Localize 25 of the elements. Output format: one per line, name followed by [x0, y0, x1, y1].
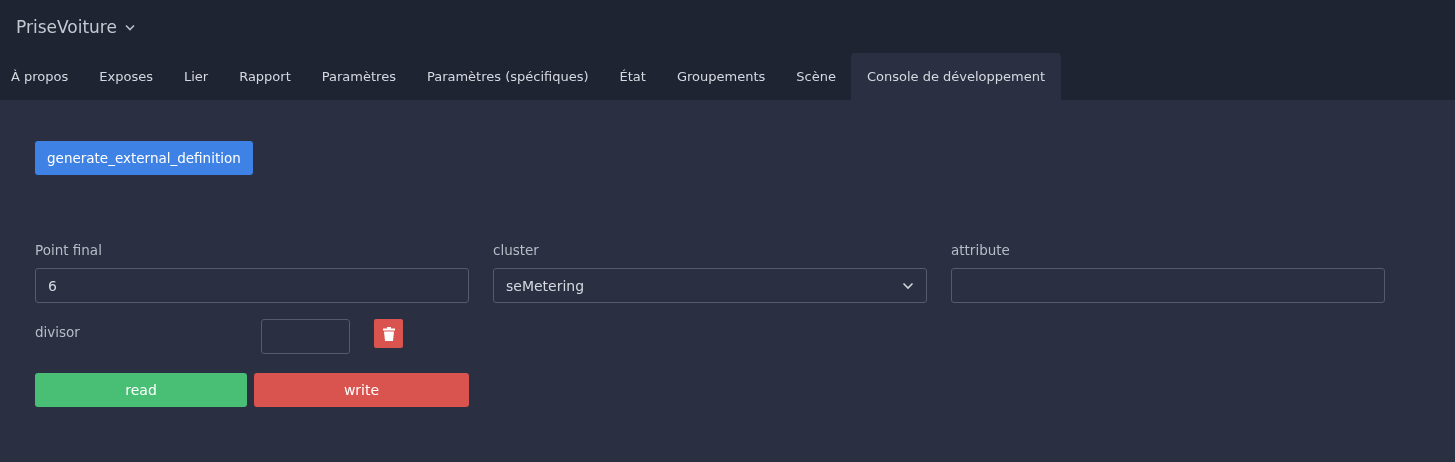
select-field[interactable]: seMetering — [493, 268, 927, 303]
tab[interactable]: Paramètres — [306, 53, 412, 100]
field-label: cluster — [493, 242, 540, 258]
delete-button[interactable] — [374, 319, 403, 348]
tab[interactable]: Exposes — [83, 53, 169, 100]
field-label: divisor — [35, 324, 81, 340]
tab[interactable]: État — [604, 53, 662, 100]
field-label: Point final — [35, 242, 103, 258]
tab[interactable]: Lier — [168, 53, 224, 100]
app-title[interactable]: PriseVoiture — [16, 16, 117, 37]
trash-icon — [382, 326, 395, 341]
field-label: attribute — [951, 242, 1011, 258]
chevron-down-icon[interactable] — [124, 24, 135, 31]
input-field[interactable]: 6 — [35, 268, 469, 303]
tab[interactable]: Console de développement — [851, 53, 1061, 100]
tab[interactable]: Paramètres (spécifiques) — [411, 53, 605, 100]
write-button[interactable]: write — [254, 373, 469, 407]
generate-button[interactable]: generate_external_definition — [35, 141, 253, 175]
input-field[interactable] — [261, 319, 350, 354]
input-field[interactable] — [951, 268, 1385, 303]
tab[interactable]: Scène — [780, 53, 852, 100]
tab[interactable]: Rapport — [223, 53, 307, 100]
tab[interactable]: À propos — [0, 53, 84, 100]
chevron-down-icon — [902, 281, 914, 290]
tab[interactable]: Groupements — [661, 53, 781, 100]
